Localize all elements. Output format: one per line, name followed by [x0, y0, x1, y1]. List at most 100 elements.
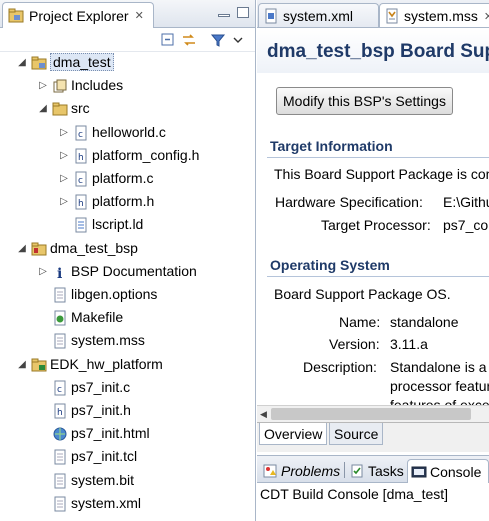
tree-item[interactable]: system.mss: [0, 330, 255, 352]
text-file-icon: [54, 473, 66, 489]
editor-area: system.xml system.mss ✕ dma_test_bsp Boa…: [257, 0, 489, 452]
tab-tasks-label: Tasks: [368, 463, 404, 479]
os-description-label: Description:: [303, 359, 377, 375]
info-icon: i: [57, 266, 62, 280]
mss-file-icon: [386, 8, 398, 24]
tree-item[interactable]: c ps7_init.c: [0, 377, 255, 399]
text-file-icon: [54, 496, 66, 512]
collapsed-twisty-icon[interactable]: ▷: [59, 150, 69, 161]
expanded-twisty-icon[interactable]: ◢: [38, 104, 48, 114]
editor-tab-bar: system.xml system.mss ✕: [257, 0, 489, 28]
tree-item-label: platform_config.h: [92, 146, 200, 163]
collapsed-twisty-icon[interactable]: ▷: [59, 197, 69, 207]
bsp-project-icon: [31, 242, 47, 256]
tree-item[interactable]: ◢ dma_test: [0, 52, 255, 74]
svg-text:h: h: [78, 153, 84, 163]
tree-item-label: ps7_init.c: [71, 378, 131, 395]
close-icon[interactable]: ✕: [484, 10, 489, 23]
tree-item-label: system.xml: [71, 494, 141, 511]
collapsed-twisty-icon[interactable]: ▷: [59, 174, 69, 184]
tree-item-label: platform.c: [92, 170, 154, 186]
tree-item[interactable]: ▷ c helloworld.c: [0, 122, 255, 144]
tree-item-label: platform.h: [92, 193, 155, 210]
h-file-icon: h: [75, 194, 87, 210]
page-title: dma_test_bsp Board Support Package: [267, 41, 489, 62]
tree-item[interactable]: ▷ c platform.c: [0, 168, 255, 190]
tab-console[interactable]: Console: [407, 459, 489, 483]
minimize-icon[interactable]: [218, 14, 230, 17]
section-divider: [267, 157, 489, 158]
horizontal-scrollbar[interactable]: ◀: [257, 405, 489, 422]
tab-overview[interactable]: Overview: [259, 423, 328, 445]
tree-item[interactable]: ▷ Includes: [0, 75, 255, 97]
tree-item[interactable]: ps7_init.html: [0, 423, 255, 445]
project-explorer-view: Project Explorer ✕ ◢ dma_test ▷ Includes ◢ sr…: [0, 0, 256, 521]
tree-item-label: dma_test: [50, 53, 114, 71]
os-intro-text: Board Support Package OS.: [274, 286, 451, 302]
h-file-icon: h: [75, 148, 87, 164]
maximize-icon[interactable]: [237, 7, 249, 18]
collapsed-twisty-icon[interactable]: ▷: [59, 127, 69, 138]
tree-item[interactable]: ▷ i BSP Documentation: [0, 261, 255, 283]
link-with-editor-icon[interactable]: [181, 32, 197, 48]
tasks-icon: [351, 464, 363, 478]
tree-item[interactable]: ▷ h platform_config.h: [0, 145, 255, 167]
tab-system-mss[interactable]: system.mss ✕: [379, 3, 489, 27]
tree-item[interactable]: ps7_init.tcl: [0, 446, 255, 468]
tree-item-label: ps7_init.h: [71, 402, 131, 418]
tab-system-xml[interactable]: system.xml: [258, 3, 379, 27]
tab-project-explorer[interactable]: Project Explorer ✕: [2, 2, 154, 28]
scroll-left-icon[interactable]: ◀: [260, 409, 267, 420]
collapsed-twisty-icon[interactable]: ▷: [38, 266, 48, 277]
collapsed-twisty-icon[interactable]: ▷: [38, 81, 48, 91]
includes-icon: [53, 79, 67, 93]
tree-item[interactable]: Makefile: [0, 307, 255, 329]
linker-script-icon: [75, 217, 87, 233]
editor-page-tabs: Overview Source: [257, 422, 489, 452]
tree-item[interactable]: ◢ dma_test_bsp: [0, 238, 255, 260]
close-icon[interactable]: ✕: [135, 9, 144, 22]
os-version-label: Version:: [329, 336, 380, 352]
hw-spec-value[interactable]: E:\Github: [443, 194, 489, 210]
explorer-tab-bar: Project Explorer ✕: [0, 0, 255, 28]
tree-item-label: BSP Documentation: [71, 262, 197, 279]
tree-item[interactable]: h ps7_init.h: [0, 400, 255, 422]
tree-item-label: system.mss: [71, 332, 145, 349]
tree-item[interactable]: libgen.options: [0, 284, 255, 306]
source-folder-icon: [52, 102, 68, 116]
tree-item[interactable]: ◢ EDK_hw_platform: [0, 354, 255, 376]
problems-icon: [263, 464, 277, 478]
os-description-line-1: Standalone is a simple, low-level softwa…: [390, 359, 489, 375]
c-file-icon: c: [54, 380, 66, 396]
tab-tasks[interactable]: Tasks: [346, 459, 407, 483]
text-file-icon: [54, 449, 66, 465]
target-processor-value: ps7_cortexa9_0: [443, 217, 489, 233]
text-file-icon: [54, 287, 66, 303]
view-menu-icon[interactable]: [232, 32, 244, 48]
tree-item-label: Includes: [71, 77, 124, 94]
tab-console-label: Console: [430, 463, 482, 480]
makefile-icon: [54, 310, 66, 326]
tree-item[interactable]: lscript.ld: [0, 214, 255, 236]
c-file-icon: c: [75, 125, 87, 141]
expanded-twisty-icon[interactable]: ◢: [17, 243, 27, 254]
svg-text:c: c: [78, 176, 83, 186]
tab-project-explorer-label: Project Explorer: [29, 7, 129, 24]
tree-item[interactable]: ◢ src: [0, 98, 255, 120]
filter-icon[interactable]: [210, 32, 226, 48]
tab-problems[interactable]: Problems: [259, 459, 343, 483]
tree-item-label: Makefile: [71, 309, 124, 326]
tree-item-label: ps7_init.html: [71, 425, 150, 442]
collapse-all-icon[interactable]: [160, 32, 176, 48]
os-name-label: Name:: [339, 314, 381, 330]
scrollbar-thumb[interactable]: [271, 408, 471, 420]
tab-source[interactable]: Source: [329, 423, 384, 445]
expanded-twisty-icon[interactable]: ◢: [17, 58, 27, 68]
console-icon: [411, 466, 427, 477]
tree-item[interactable]: system.bit: [0, 470, 255, 492]
expanded-twisty-icon[interactable]: ◢: [17, 359, 27, 370]
tab-problems-label: Problems: [281, 463, 341, 479]
tree-item[interactable]: system.xml: [0, 493, 255, 515]
modify-bsp-settings-button[interactable]: Modify this BSP's Settings: [276, 87, 453, 115]
tree-item[interactable]: ▷ h platform.h: [0, 191, 255, 213]
